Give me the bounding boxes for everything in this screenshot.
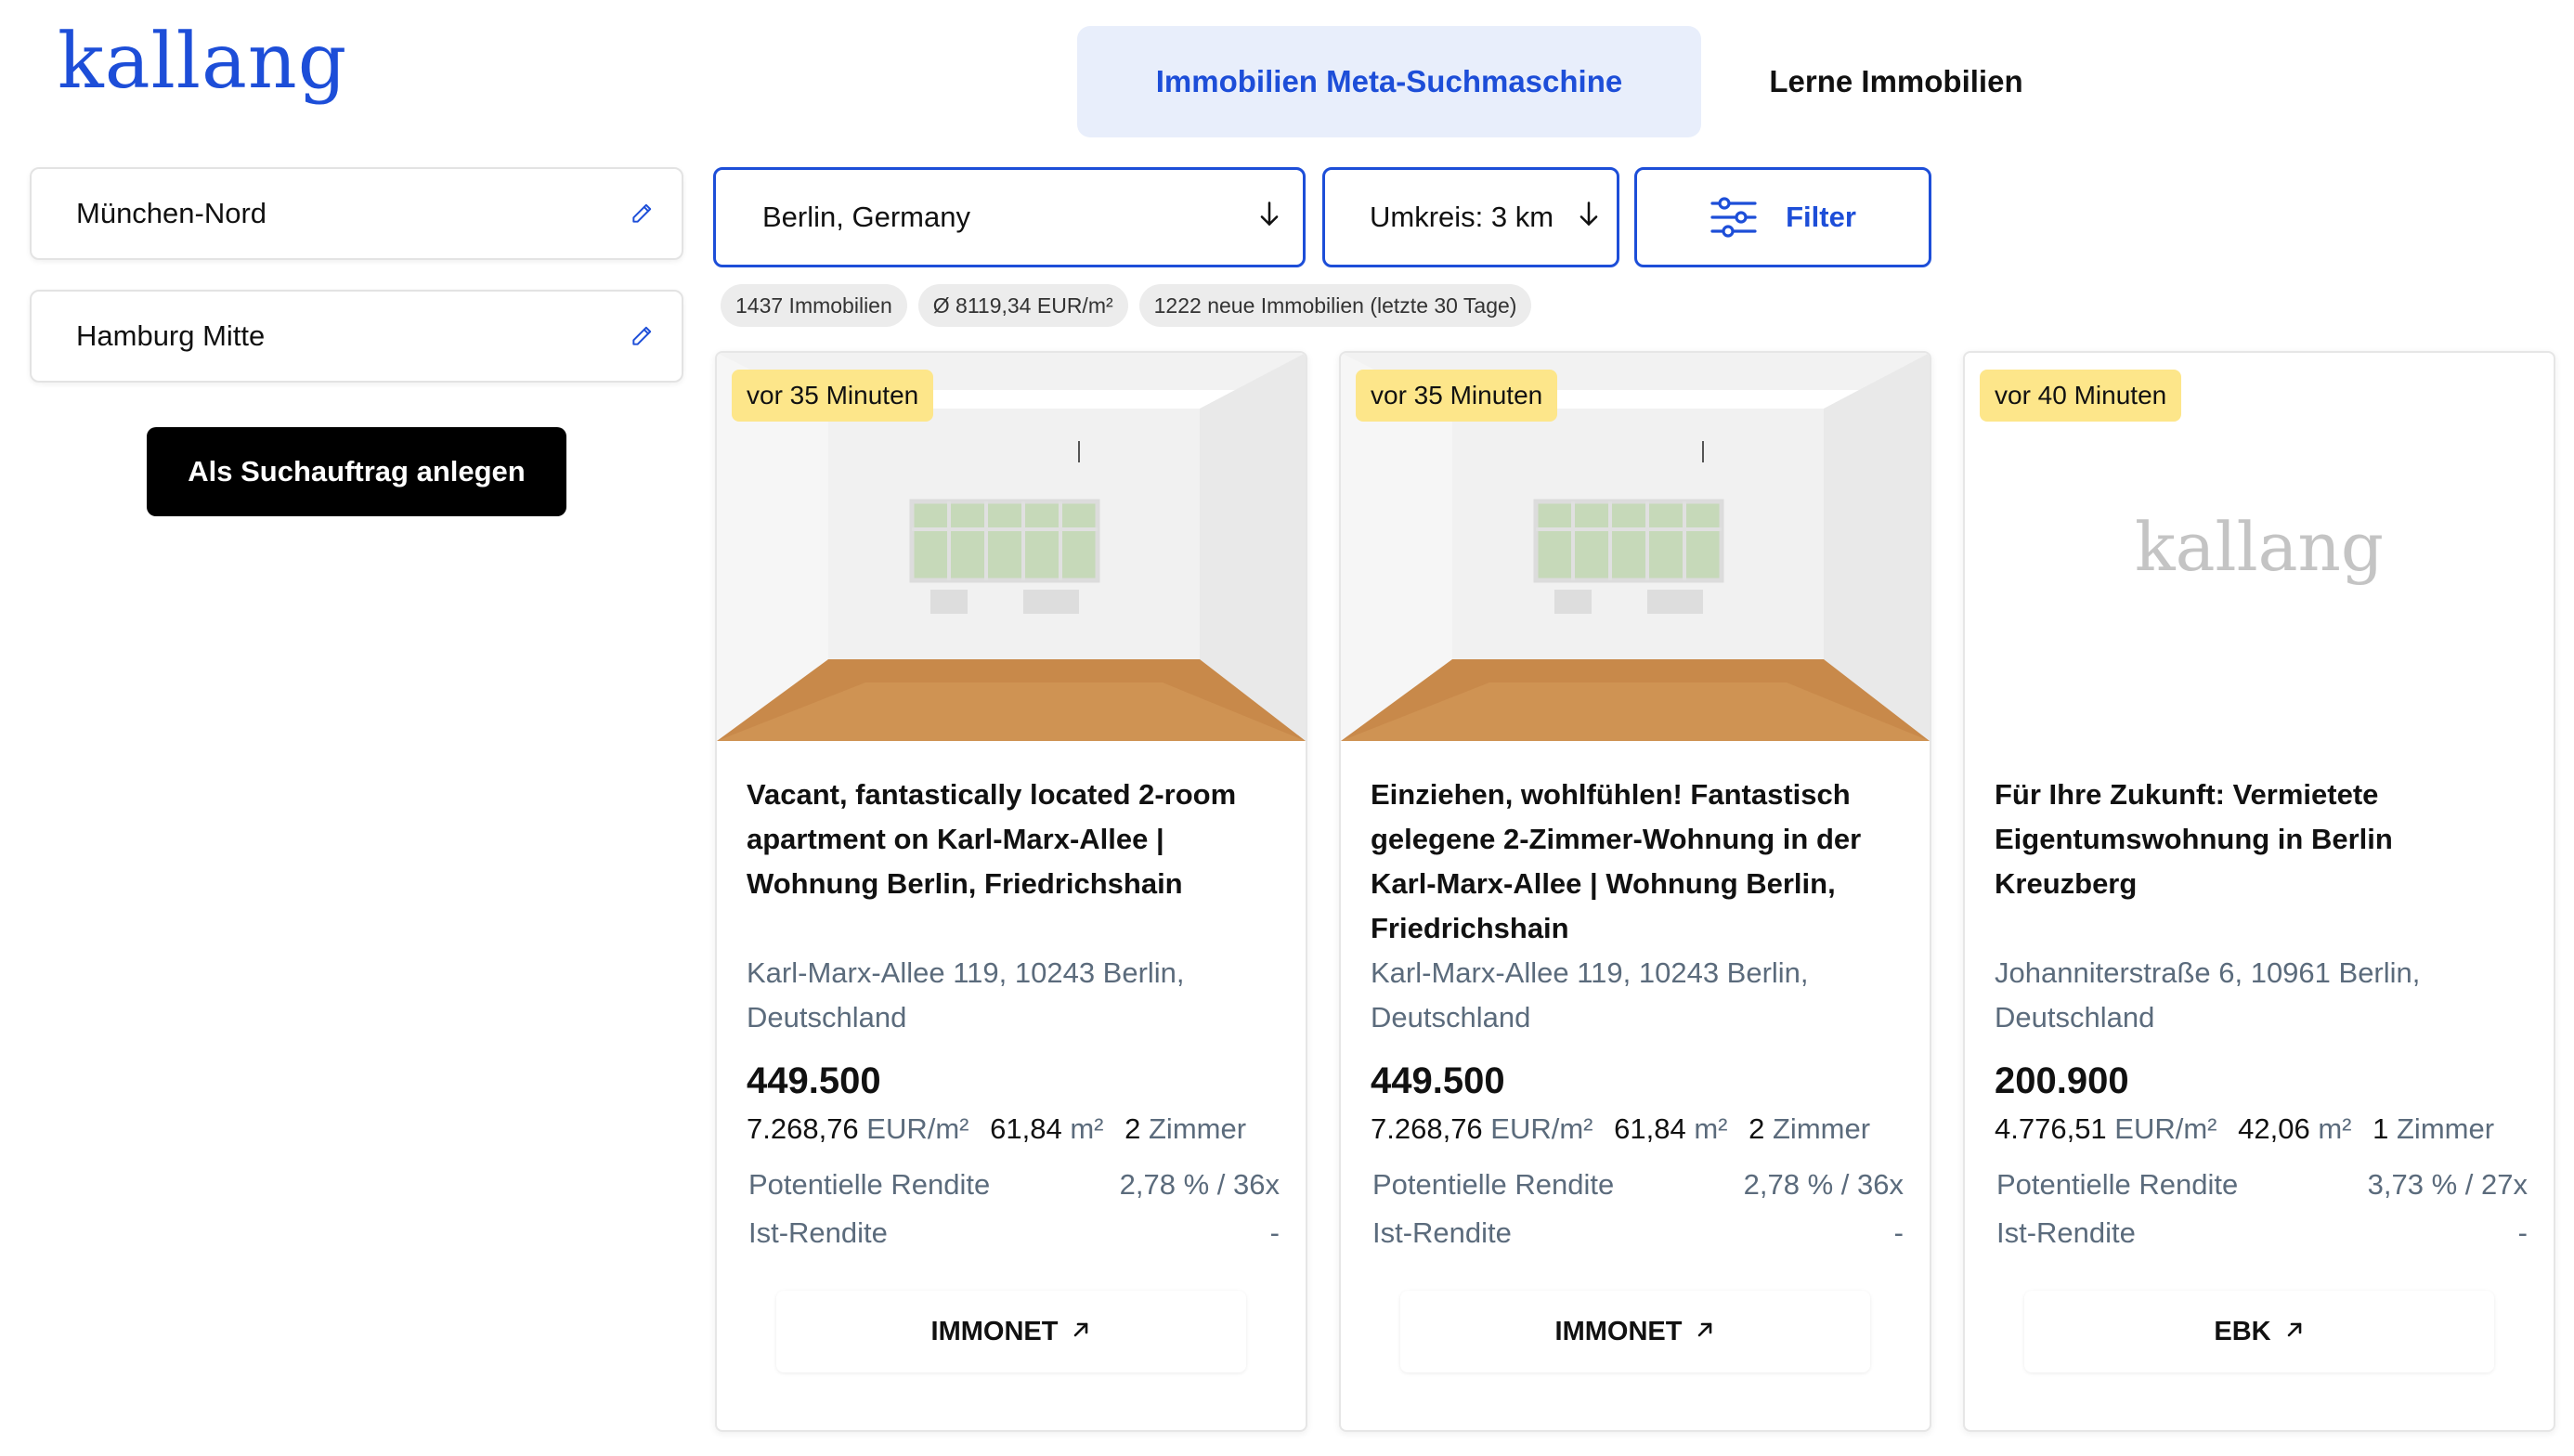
rooms-value: 2 [1124,1112,1141,1145]
stat-avg-price-chip: Ø 8119,34 EUR/m² [917,284,1128,327]
price-per-sqm-unit: EUR/m² [2114,1112,2217,1145]
arrow-down-icon [1256,200,1282,235]
price-per-sqm-value: 4.776,51 [1995,1112,2107,1145]
saved-search-label: Hamburg Mitte [76,319,266,352]
source-label: IMMONET [930,1316,1059,1346]
actual-yield-value: - [2517,1216,2528,1249]
listing-metrics: 7.268,76 EUR/m² 61,84 m² 2 Zimmer [747,1109,1280,1150]
saved-search-item[interactable]: Hamburg Mitte [30,290,683,383]
external-link-icon [2284,1317,2305,1347]
listing-title[interactable]: Für Ihre Zukunft: Vermietete Eigentumswo… [1995,773,2528,951]
price-per-sqm-unit: EUR/m² [866,1112,969,1145]
listing-metrics: 7.268,76 EUR/m² 61,84 m² 2 Zimmer [1371,1109,1904,1150]
price-per-sqm-value: 7.268,76 [747,1112,859,1145]
external-link-icon [1071,1317,1091,1347]
actual-yield-label: Ist-Rendite [1996,1216,2136,1249]
area-value: 61,84 [1614,1112,1686,1145]
area-value: 42,06 [2238,1112,2310,1145]
potential-yield-value: 3,73 % / 27x [2367,1168,2528,1201]
source-label: IMMONET [1554,1316,1683,1346]
stat-new-listings-chip: 1222 neue Immobilien (letzte 30 Tage) [1138,284,1532,327]
stat-count-chip: 1437 Immobilien [721,284,907,327]
area-unit: m² [1070,1112,1104,1145]
yield-table: Potentielle Rendite 2,78 % / 36x Ist-Rend… [747,1161,1280,1257]
create-search-order-button[interactable]: Als Suchauftrag anlegen [147,427,566,516]
search-stats: 1437 Immobilien Ø 8119,34 EUR/m² 1222 ne… [721,284,1532,327]
tab-learn-real-estate[interactable]: Lerne Immobilien [1701,26,2091,137]
area-unit: m² [1694,1112,1728,1145]
listing-card[interactable]: vor 35 Minuten Vacant, fantastically loc… [715,351,1307,1432]
rooms-value: 2 [1748,1112,1765,1145]
listing-price: 200.900 [1995,1060,2129,1101]
listing-age-badge: vor 35 Minuten [732,370,934,422]
pencil-icon[interactable] [628,322,656,350]
location-select[interactable]: Berlin, Germany [713,167,1306,267]
tab-meta-search[interactable]: Immobilien Meta-Suchmaschine [1077,26,1701,137]
listing-price: 449.500 [747,1060,881,1101]
rooms-unit: Zimmer [2397,1112,2495,1145]
location-value: Berlin, Germany [762,201,970,233]
pencil-icon[interactable] [628,200,656,228]
saved-search-item[interactable]: München-Nord [30,167,683,260]
kallang-logo[interactable]: kallang [58,24,347,100]
actual-yield-label: Ist-Rendite [1372,1216,1512,1249]
listing-price: 449.500 [1371,1060,1505,1101]
listing-card[interactable]: vor 35 Minuten Einziehen, wohlfühlen! Fa… [1339,351,1931,1432]
rooms-unit: Zimmer [1773,1112,1871,1145]
source-label: EBK [2214,1316,2271,1346]
listing-address: Johanniterstraße 6, 10961 Berlin, Deutsc… [1995,956,2421,1034]
listing-title[interactable]: Vacant, fantastically located 2-room apa… [747,773,1280,951]
rooms-unit: Zimmer [1149,1112,1247,1145]
area-value: 61,84 [990,1112,1062,1145]
price-per-sqm-value: 7.268,76 [1371,1112,1483,1145]
price-per-sqm-unit: EUR/m² [1490,1112,1593,1145]
potential-yield-label: Potentielle Rendite [1996,1168,2239,1201]
source-link-button[interactable]: EBK [2024,1291,2494,1372]
sliders-icon [1710,196,1758,239]
yield-table: Potentielle Rendite 3,73 % / 27x Ist-Rend… [1995,1161,2528,1257]
top-navigation: Immobilien Meta-Suchmaschine Lerne Immob… [1077,26,2091,137]
actual-yield-label: Ist-Rendite [748,1216,888,1249]
listing-age-badge: vor 40 Minuten [1980,370,2182,422]
listing-age-badge: vor 35 Minuten [1356,370,1558,422]
filter-button[interactable]: Filter [1634,167,1931,267]
listing-address: Karl-Marx-Allee 119, 10243 Berlin, Deuts… [747,956,1185,1034]
saved-search-label: München-Nord [76,197,267,229]
actual-yield-value: - [1893,1216,1904,1249]
radius-select[interactable]: Umkreis: 3 km [1322,167,1619,267]
arrow-down-icon [1576,200,1602,235]
rooms-value: 1 [2372,1112,2389,1145]
potential-yield-label: Potentielle Rendite [1372,1168,1615,1201]
source-link-button[interactable]: IMMONET [776,1291,1246,1372]
potential-yield-value: 2,78 % / 36x [1119,1168,1280,1201]
source-link-button[interactable]: IMMONET [1400,1291,1870,1372]
external-link-icon [1695,1317,1715,1347]
potential-yield-value: 2,78 % / 36x [1743,1168,1904,1201]
yield-table: Potentielle Rendite 2,78 % / 36x Ist-Rend… [1371,1161,1904,1257]
potential-yield-label: Potentielle Rendite [748,1168,991,1201]
listing-address: Karl-Marx-Allee 119, 10243 Berlin, Deuts… [1371,956,1809,1034]
listing-title[interactable]: Einziehen, wohlfühlen! Fantastisch geleg… [1371,773,1904,951]
radius-value: Umkreis: 3 km [1370,201,1554,233]
listing-metrics: 4.776,51 EUR/m² 42,06 m² 1 Zimmer [1995,1109,2528,1150]
listing-card[interactable]: kallang vor 40 Minuten Für Ihre Zukunft:… [1963,351,2555,1432]
area-unit: m² [2318,1112,2352,1145]
filter-label: Filter [1786,201,1856,233]
actual-yield-value: - [1269,1216,1280,1249]
